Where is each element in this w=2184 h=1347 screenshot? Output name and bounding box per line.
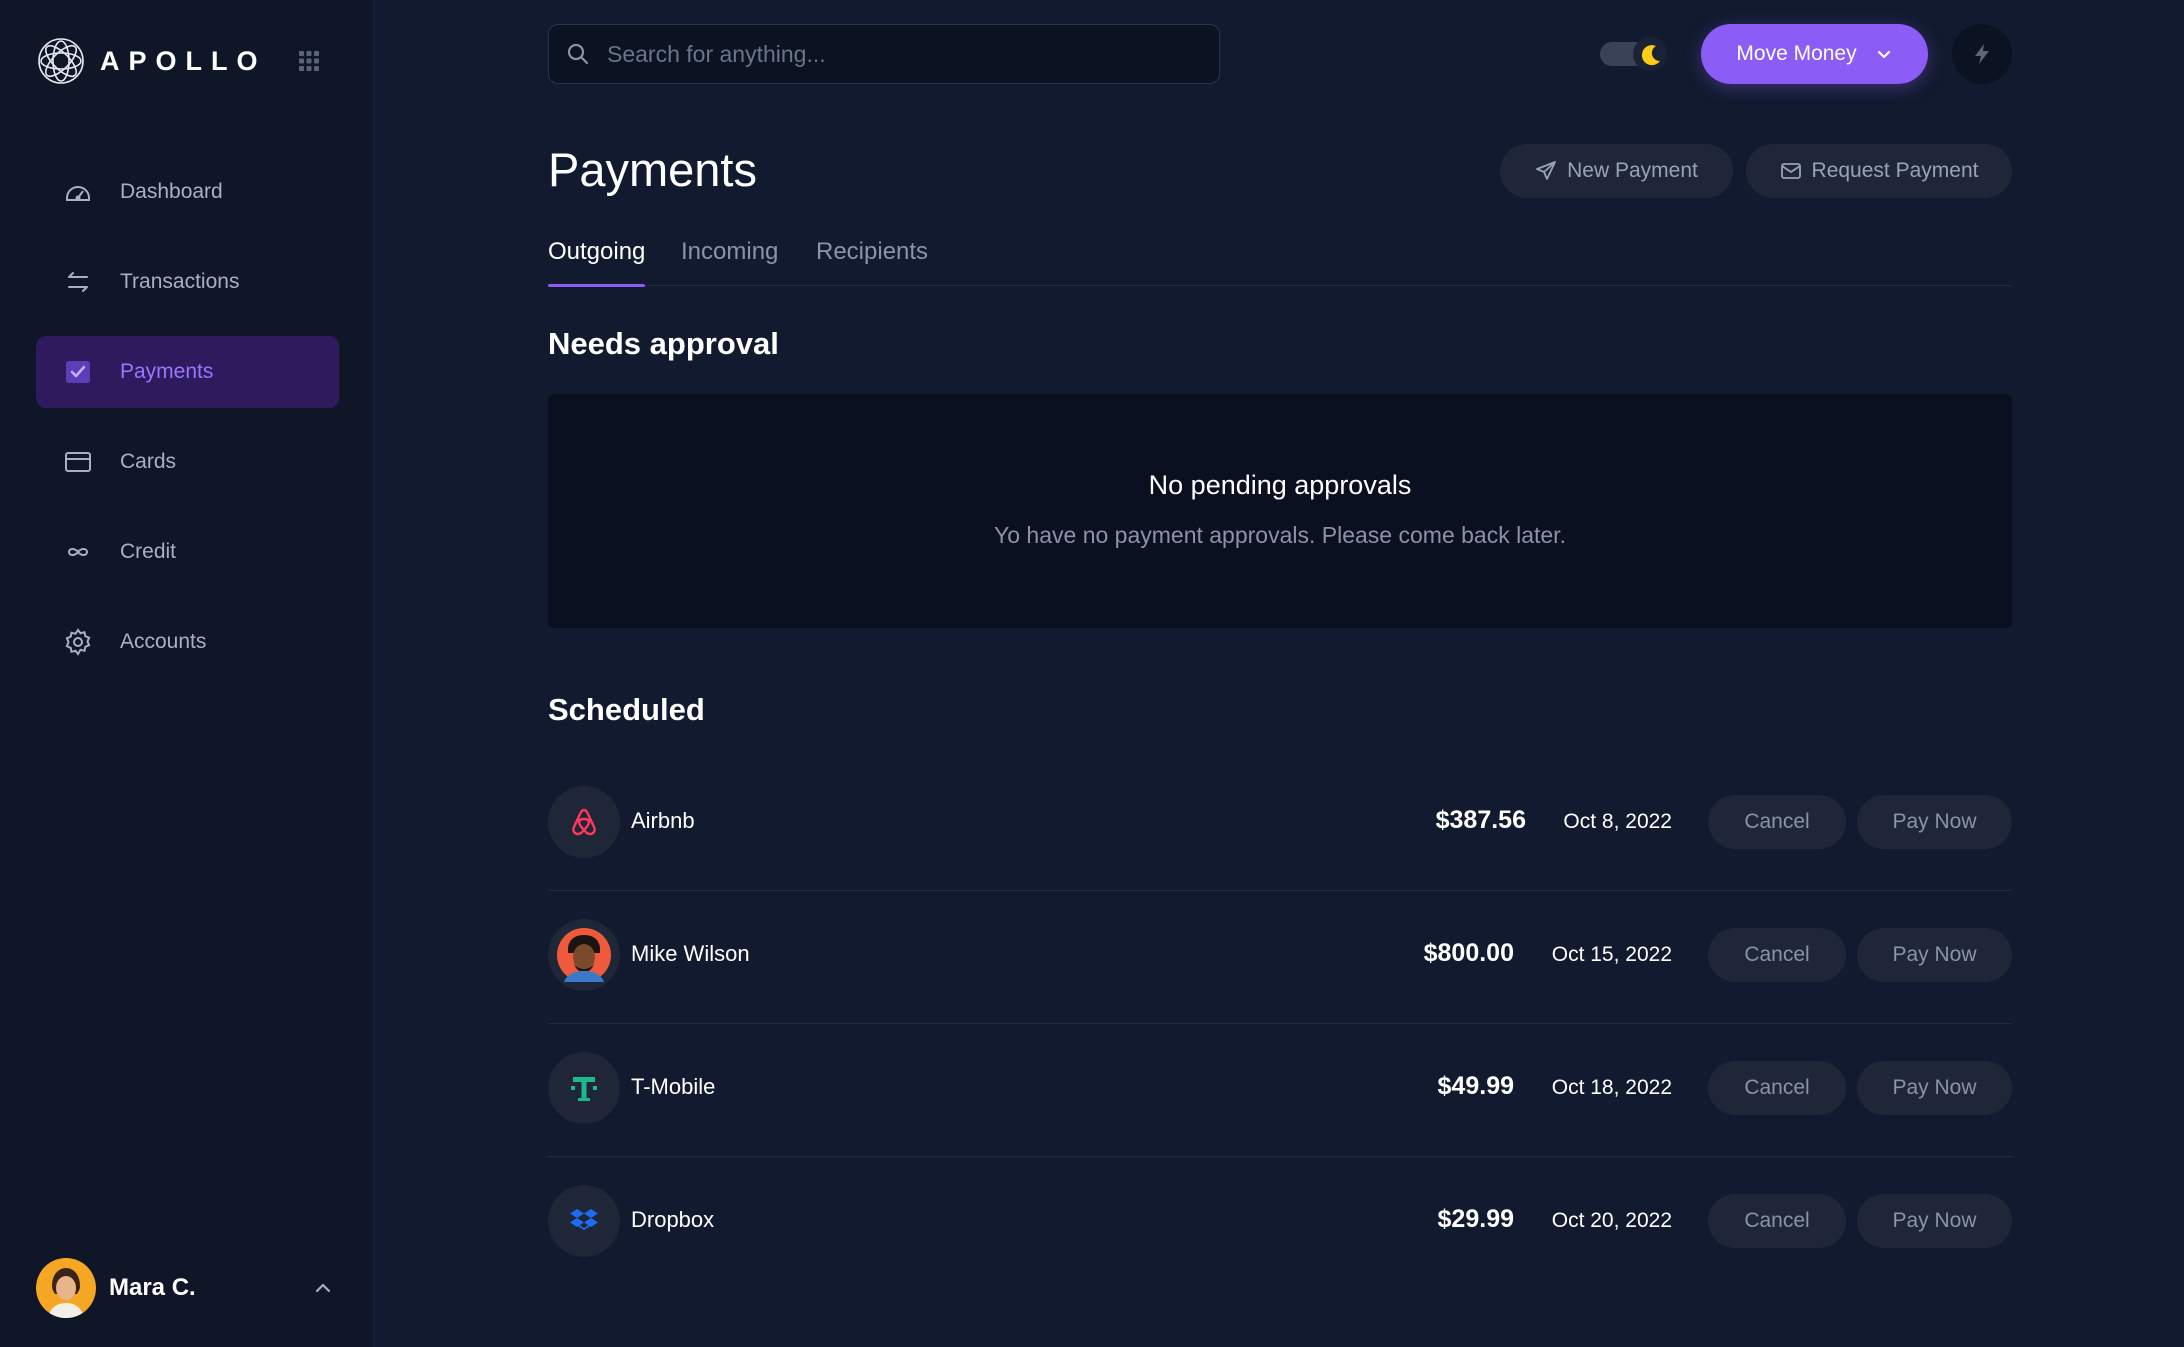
new-payment-button[interactable]: New Payment [1500,144,1733,198]
payment-amount: $387.56 [1435,806,1526,834]
tab-incoming[interactable]: Incoming [681,238,778,286]
airbnb-icon [572,808,596,836]
grid-icon [299,51,319,71]
needs-approval-heading: Needs approval [548,326,779,361]
move-money-label: Move Money [1736,42,1857,65]
chevron-down-icon [1877,50,1890,59]
lightning-icon [1975,44,1989,64]
cancel-button[interactable]: Cancel [1708,1061,1846,1115]
apollo-logo-icon [38,38,84,84]
new-payment-label: New Payment [1567,159,1698,182]
payment-amount: $29.99 [1437,1205,1514,1233]
sidebar-nav: Dashboard Transactions Payments Cards Cr… [36,156,339,696]
search-input[interactable] [607,40,1187,68]
cancel-button[interactable]: Cancel [1708,928,1846,982]
tmobile-icon [571,1077,597,1101]
payee-name: T-Mobile [631,1074,716,1099]
payment-date: Oct 20, 2022 [1551,1209,1672,1232]
sidebar-item-label: Dashboard [120,180,223,203]
pay-now-button[interactable]: Pay Now [1857,928,2012,982]
scheduled-payment-row: Dropbox $29.99 Oct 20, 2022 Cancel Pay N… [548,1157,2012,1290]
payment-date: Oct 18, 2022 [1551,1076,1672,1099]
payment-amount: $800.00 [1423,939,1514,967]
theme-toggle[interactable] [1598,36,1672,72]
brand-logo[interactable]: APOLLO [36,36,267,86]
gauge-icon [64,178,92,206]
swap-arrows-icon [64,268,92,296]
scheduled-heading: Scheduled [548,692,705,727]
quick-actions-button[interactable] [1952,24,2012,84]
empty-state-title: No pending approvals [1148,470,1412,500]
tab-outgoing[interactable]: Outgoing [548,238,646,287]
payee-name: Airbnb [631,808,695,833]
empty-state-message: Yo have no payment approvals. Please com… [994,522,1566,548]
sidebar-item-accounts[interactable]: Accounts [36,606,339,678]
brand-name: APOLLO [100,45,267,76]
search-icon [567,43,589,65]
app: APOLLO Dashboard Transactions Payments C… [0,0,2184,1347]
pay-now-button[interactable]: Pay Now [1857,1194,2012,1248]
empty-approvals-panel: No pending approvals Yo have no payment … [548,394,2012,628]
pay-now-button[interactable]: Pay Now [1857,795,2012,849]
sidebar-item-credit[interactable]: Credit [36,516,339,588]
user-avatar [36,1258,96,1318]
payee-name: Dropbox [631,1207,715,1232]
chevron-up-icon [315,1283,331,1293]
request-payment-button[interactable]: Request Payment [1746,144,2012,198]
gear-icon [64,628,92,656]
dropbox-icon [570,1209,598,1230]
scheduled-payment-row: Airbnb $387.56 Oct 8, 2022 Cancel Pay No… [548,758,2012,891]
cancel-button[interactable]: Cancel [1708,795,1846,849]
mail-icon [1780,163,1801,179]
sidebar-item-label: Accounts [120,630,207,653]
dark-mode-toggle-icon [1600,37,1667,71]
user-menu[interactable]: Mara C. [36,1258,339,1318]
search-bar [548,24,1220,84]
payment-date: Oct 15, 2022 [1551,943,1672,966]
sidebar-item-dashboard[interactable]: Dashboard [36,156,339,228]
move-money-button[interactable]: Move Money [1701,24,1928,84]
checkbox-icon [64,358,92,386]
payment-tabs: Outgoing Incoming Recipients [548,238,2012,287]
avatar [557,928,611,982]
scheduled-payment-row: T-Mobile $49.99 Oct 18, 2022 Cancel Pay … [548,1024,2012,1157]
tab-recipients[interactable]: Recipients [816,238,928,286]
payment-date: Oct 8, 2022 [1563,810,1672,833]
sidebar-item-label: Transactions [120,270,240,293]
sidebar: APOLLO Dashboard Transactions Payments C… [0,0,374,1347]
apps-grid-button[interactable] [298,50,320,72]
card-icon [64,448,92,476]
payee-logo [548,1052,620,1124]
sidebar-item-cards[interactable]: Cards [36,426,339,498]
sidebar-item-label: Credit [120,540,177,563]
sidebar-item-transactions[interactable]: Transactions [36,246,339,318]
payee-logo [548,1185,620,1257]
sidebar-item-label: Cards [120,450,177,473]
payee-logo [548,919,620,991]
payee-logo [548,786,620,858]
payment-amount: $49.99 [1437,1072,1514,1100]
pay-now-button[interactable]: Pay Now [1857,1061,2012,1115]
cancel-button[interactable]: Cancel [1708,1194,1846,1248]
request-payment-label: Request Payment [1811,159,1979,182]
send-icon [1536,161,1557,180]
scheduled-payment-row: Mike Wilson $800.00 Oct 15, 2022 Cancel … [548,891,2012,1024]
sidebar-item-label: Payments [120,360,214,383]
page-title: Payments [548,143,757,196]
user-name: Mara C. [109,1274,196,1301]
infinity-icon [64,538,92,566]
payee-name: Mike Wilson [631,941,750,966]
sidebar-item-payments[interactable]: Payments [36,336,339,408]
